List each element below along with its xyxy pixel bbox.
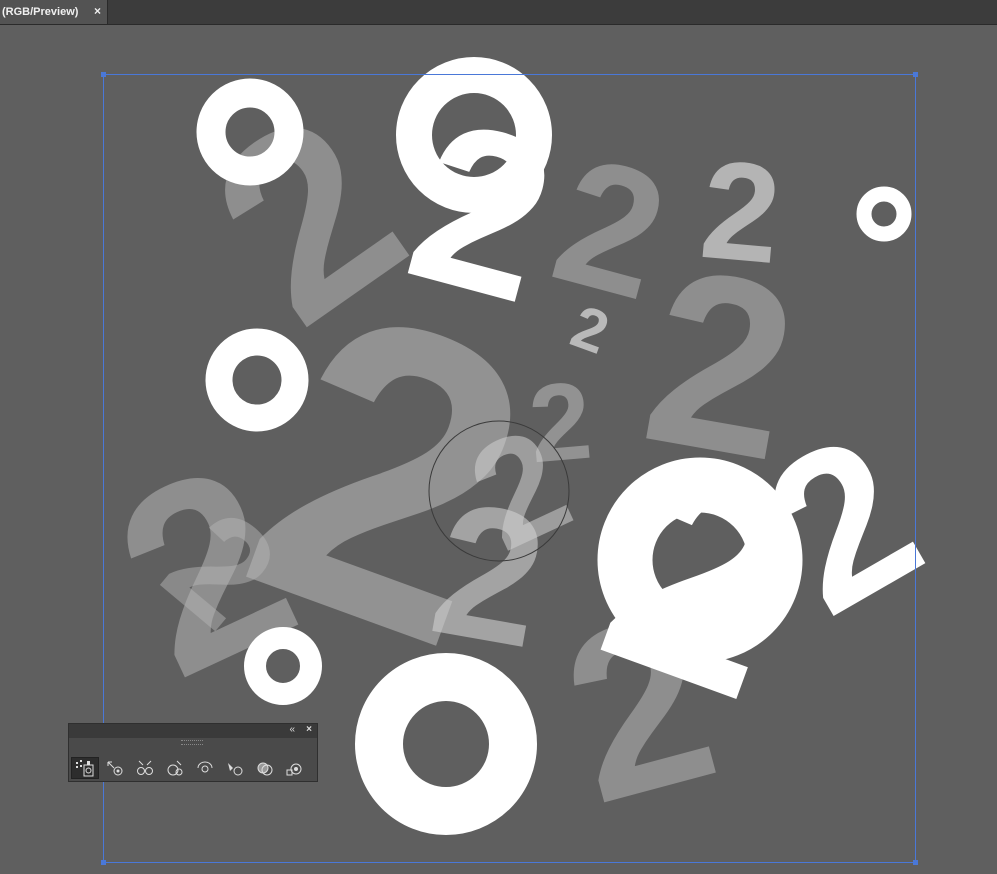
symbol-screener-tool[interactable] bbox=[251, 757, 279, 779]
symbol-styler-icon bbox=[286, 763, 302, 776]
symbol-sprayer-tool[interactable] bbox=[71, 757, 99, 779]
collapse-panel-icon[interactable]: « bbox=[289, 724, 295, 735]
symbol-sprayer-icon bbox=[76, 760, 94, 777]
close-panel-icon[interactable]: × bbox=[306, 724, 312, 735]
symbol-shifter-tool[interactable] bbox=[101, 757, 129, 779]
symbol-shifter-icon bbox=[107, 761, 123, 776]
symbol-spinner-tool[interactable] bbox=[191, 757, 219, 779]
selection-handle[interactable] bbox=[913, 72, 918, 77]
symbolism-tools-panel: « × bbox=[68, 723, 318, 782]
panel-grip[interactable] bbox=[181, 740, 203, 745]
selection-handle[interactable] bbox=[101, 72, 106, 77]
symbol-stainer-tool[interactable] bbox=[221, 757, 249, 779]
symbol-scruncher-tool[interactable] bbox=[131, 757, 159, 779]
symbol-stainer-icon bbox=[228, 763, 243, 776]
symbol-screener-icon bbox=[257, 762, 273, 776]
symbol-sizer-icon bbox=[167, 760, 183, 776]
close-tab-icon[interactable]: × bbox=[94, 4, 101, 18]
tool-row bbox=[71, 757, 309, 779]
document-tab-bar: (RGB/Preview) × bbox=[0, 0, 997, 25]
symbol-scruncher-icon bbox=[137, 760, 153, 775]
symbol-spinner-icon bbox=[197, 761, 213, 773]
document-tab[interactable]: (RGB/Preview) × bbox=[0, 0, 108, 24]
selection-handle[interactable] bbox=[913, 860, 918, 865]
symbol-sizer-tool[interactable] bbox=[161, 757, 189, 779]
symbol-styler-tool[interactable] bbox=[281, 757, 309, 779]
panel-header[interactable]: « × bbox=[69, 724, 317, 738]
document-tab-title: (RGB/Preview) bbox=[2, 6, 79, 18]
selection-handle[interactable] bbox=[101, 860, 106, 865]
